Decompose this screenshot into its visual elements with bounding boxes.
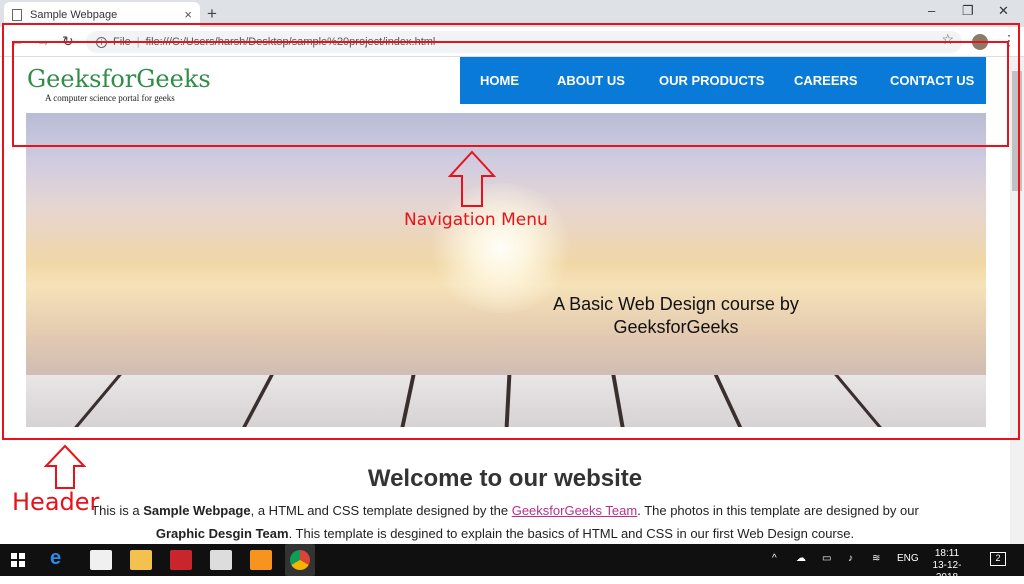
page-icon: [12, 8, 22, 21]
minimize-button[interactable]: –: [928, 3, 935, 18]
tray-chevron-icon[interactable]: ^: [772, 553, 777, 564]
para-text: . The photos in this template are design…: [637, 503, 919, 518]
mcafee-icon[interactable]: [170, 550, 192, 570]
clock-time: 18:11: [934, 548, 960, 559]
file-explorer-icon[interactable]: [130, 550, 152, 570]
edge-icon[interactable]: e: [50, 547, 72, 569]
tab-close-icon[interactable]: ×: [184, 7, 192, 22]
tab-title: Sample Webpage: [30, 8, 118, 21]
nav-annotation-arrow: [448, 150, 496, 207]
mail-icon[interactable]: [210, 550, 232, 570]
sublime-text-icon[interactable]: [250, 550, 272, 570]
clock-date: 13-12-2018: [932, 560, 962, 583]
volume-icon[interactable]: ♪: [848, 553, 853, 564]
store-icon[interactable]: [90, 550, 112, 570]
restore-button[interactable]: ❐: [962, 3, 974, 19]
close-window-button[interactable]: ✕: [998, 3, 1009, 19]
notifications-icon[interactable]: 2: [990, 552, 1006, 566]
welcome-heading: Welcome to our website: [367, 465, 643, 492]
nav-annotation-box: [12, 41, 1009, 147]
onedrive-icon[interactable]: ☁: [796, 553, 806, 564]
nav-annotation-label: Navigation Menu: [404, 210, 548, 230]
battery-icon[interactable]: ▭: [822, 553, 831, 564]
wifi-icon[interactable]: ≋: [872, 553, 880, 564]
chrome-icon: [290, 550, 310, 570]
clock[interactable]: 18:11 13-12-2018: [924, 548, 970, 584]
windows-start-icon[interactable]: [11, 553, 25, 567]
para-bold: Sample Webpage: [143, 503, 251, 518]
new-tab-button[interactable]: +: [207, 4, 217, 24]
team-link[interactable]: GeeksforGeeks Team: [512, 503, 637, 518]
main-content: Welcome to our website This is a Sample …: [0, 465, 1010, 544]
para-text: , a HTML and CSS template designed by th…: [250, 503, 512, 518]
para-text: . This template is desgined to explain t…: [288, 526, 855, 541]
chrome-taskbar-button[interactable]: [285, 544, 315, 576]
header-annotation-label: Header: [12, 488, 100, 516]
para-bold: Graphic Desgin Team: [155, 526, 289, 541]
windows-taskbar: e ^ ☁ ▭ ♪ ≋ ENG 18:11 13-12-2018 2: [0, 544, 1024, 583]
header-annotation-arrow: [44, 444, 86, 489]
language-indicator[interactable]: ENG: [897, 553, 919, 564]
intro-paragraph: This is a Sample Webpage, a HTML and CSS…: [0, 499, 1010, 544]
